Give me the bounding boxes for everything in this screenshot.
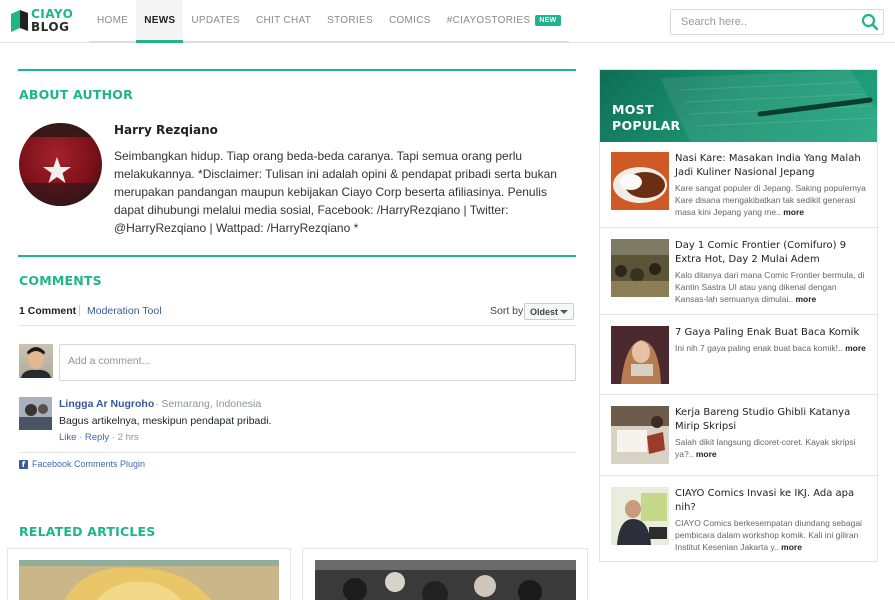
author-avatar[interactable] xyxy=(19,123,102,206)
facebook-plugin-bar: f Facebook Comments Plugin xyxy=(19,452,576,472)
nav-label: STORIES xyxy=(327,15,373,26)
desc-text: Ini nih 7 gaya paling enak buat baca kom… xyxy=(675,343,843,353)
popular-item[interactable]: Nasi Kare: Masakan India Yang Malah Jadi… xyxy=(600,142,877,228)
most-popular-header: MOST POPULAR xyxy=(600,70,877,142)
sort-value: Oldest xyxy=(530,307,559,317)
moderation-tool-link[interactable]: Moderation Tool xyxy=(87,305,162,317)
reading-girl-thumbnail xyxy=(611,326,669,384)
more-link[interactable]: more xyxy=(696,449,717,459)
popular-item-desc: CIAYO Comics berkesempatan diundang seba… xyxy=(675,517,868,553)
comments-toolbar: 1 Comment Moderation Tool Sort by Oldest xyxy=(19,300,576,326)
popular-item-title[interactable]: Kerja Bareng Studio Ghibli Katanya Mirip… xyxy=(675,406,868,434)
nav-label: UPDATES xyxy=(191,15,240,26)
popular-item-desc: Salah dikit langsung dicoret-coret. Kaya… xyxy=(675,436,868,460)
comments-heading: COMMENTS xyxy=(19,273,102,288)
nav-label: #CIAYOSTORIES xyxy=(446,15,531,26)
sort-select[interactable]: Oldest xyxy=(524,303,574,320)
nav-label: NEWS xyxy=(144,14,176,26)
commenter-name[interactable]: Lingga Ar Nugroho xyxy=(59,398,154,410)
new-badge: NEW xyxy=(535,15,561,26)
section-divider xyxy=(18,69,576,71)
facebook-plugin-link[interactable]: Facebook Comments Plugin xyxy=(32,459,145,469)
search-icon[interactable] xyxy=(861,13,879,31)
search-box xyxy=(670,9,884,35)
most-popular-sidebar: MOST POPULAR Nasi Kare: Masakan India Ya… xyxy=(599,69,878,562)
main-nav: HOME NEWS UPDATES CHIT CHAT STORIES COMI… xyxy=(89,0,569,43)
nav-label: CHIT CHAT xyxy=(256,15,312,26)
ikj-workshop-thumbnail xyxy=(611,487,669,545)
popular-item[interactable]: Day 1 Comic Frontier (Comifuro) 9 Extra … xyxy=(600,228,877,315)
nav-label: COMICS xyxy=(388,15,431,26)
comment-input[interactable] xyxy=(68,355,558,367)
nav-item-news[interactable]: NEWS xyxy=(136,0,184,43)
popular-item[interactable]: CIAYO Comics Invasi ke IKJ. Ada apa nih?… xyxy=(600,476,877,562)
nav-item-comics[interactable]: COMICS xyxy=(380,0,439,43)
section-divider xyxy=(18,255,576,257)
popular-item[interactable]: 7 Gaya Paling Enak Buat Baca Komik Ini n… xyxy=(600,315,877,395)
ciayo-blog-logo[interactable]: CIAYO BLOG xyxy=(11,8,83,36)
related-article-card[interactable] xyxy=(7,548,291,600)
popular-item-title[interactable]: Nasi Kare: Masakan India Yang Malah Jadi… xyxy=(675,152,868,180)
logo-line2: BLOG xyxy=(31,20,70,34)
related-article-image xyxy=(315,560,576,600)
author-name[interactable]: Harry Rezqiano xyxy=(114,123,218,137)
nav-item-updates[interactable]: UPDATES xyxy=(183,0,248,43)
popular-item-desc: Kare sangat populer di Jepang. Saking po… xyxy=(675,182,868,218)
nav-item-chit-chat[interactable]: CHIT CHAT xyxy=(248,0,320,43)
related-article-card[interactable] xyxy=(302,548,588,600)
star-shirt-icon xyxy=(19,123,102,206)
related-articles-heading: RELATED ARTICLES xyxy=(19,524,156,539)
author-bio: Seimbangkan hidup. Tiap orang beda-beda … xyxy=(114,149,557,235)
about-author-heading: ABOUT AUTHOR xyxy=(19,87,133,102)
chevron-down-icon xyxy=(560,310,568,314)
studio-ghibli-thumbnail xyxy=(611,406,669,464)
like-link[interactable]: Like xyxy=(59,432,76,443)
user-photo-icon xyxy=(21,347,51,378)
popular-item-title[interactable]: Day 1 Comic Frontier (Comifuro) 9 Extra … xyxy=(675,239,868,267)
desc-text: Kalo ditanya dari mana Comic Frontier be… xyxy=(675,270,865,304)
popular-item-title[interactable]: 7 Gaya Paling Enak Buat Baca Komik xyxy=(675,326,868,340)
related-article-image xyxy=(19,560,279,600)
title-line: MOST xyxy=(612,102,654,117)
facebook-icon: f xyxy=(19,460,28,469)
logo-book-icon xyxy=(11,10,28,32)
top-navbar: CIAYO BLOG HOME NEWS UPDATES CHIT CHAT S… xyxy=(0,0,895,43)
popular-item-desc: Ini nih 7 gaya paling enak buat baca kom… xyxy=(675,342,868,354)
popular-item-desc: Kalo ditanya dari mana Comic Frontier be… xyxy=(675,269,868,305)
comic-frontier-thumbnail xyxy=(611,239,669,297)
desc-text: Kare sangat populer di Jepang. Saking po… xyxy=(675,183,866,217)
nav-item-home[interactable]: HOME xyxy=(89,0,137,43)
current-user-avatar xyxy=(19,344,53,378)
nav-label: HOME xyxy=(97,15,129,26)
more-link[interactable]: more xyxy=(781,542,802,552)
popular-item[interactable]: Kerja Bareng Studio Ghibli Katanya Mirip… xyxy=(600,395,877,476)
curry-rice-thumbnail xyxy=(611,152,669,210)
comment-actions: Like · Reply · 2 hrs xyxy=(59,432,139,443)
popular-item-title[interactable]: CIAYO Comics Invasi ke IKJ. Ada apa nih? xyxy=(675,487,868,515)
more-link[interactable]: more xyxy=(845,343,866,353)
comment-box xyxy=(59,344,576,381)
comment-time[interactable]: 2 hrs xyxy=(118,432,139,443)
title-line: POPULAR xyxy=(612,118,681,133)
most-popular-title: MOST POPULAR xyxy=(612,102,680,134)
reply-link[interactable]: Reply xyxy=(85,432,109,443)
nav-item-stories[interactable]: STORIES xyxy=(319,0,381,43)
nav-item-ciayostories[interactable]: #CIAYOSTORIES NEW xyxy=(438,0,569,43)
commenter-photo-icon xyxy=(19,397,52,430)
sort-label: Sort by xyxy=(490,305,524,317)
logo-wordmark: CIAYO BLOG xyxy=(31,8,73,33)
comment-count: 1 Comment xyxy=(19,305,77,317)
commenter-avatar[interactable] xyxy=(19,397,52,430)
desc-text: CIAYO Comics berkesempatan diundang seba… xyxy=(675,518,862,552)
search-input[interactable] xyxy=(681,14,851,30)
toolbar-separator xyxy=(79,305,80,316)
more-link[interactable]: more xyxy=(796,294,817,304)
comment-text: Bagus artikelnya, meskipun pendapat prib… xyxy=(59,415,272,427)
more-link[interactable]: more xyxy=(783,207,804,217)
commenter-location: · Semarang, Indonesia xyxy=(155,398,262,410)
logo-line1: CIAYO xyxy=(31,7,74,21)
